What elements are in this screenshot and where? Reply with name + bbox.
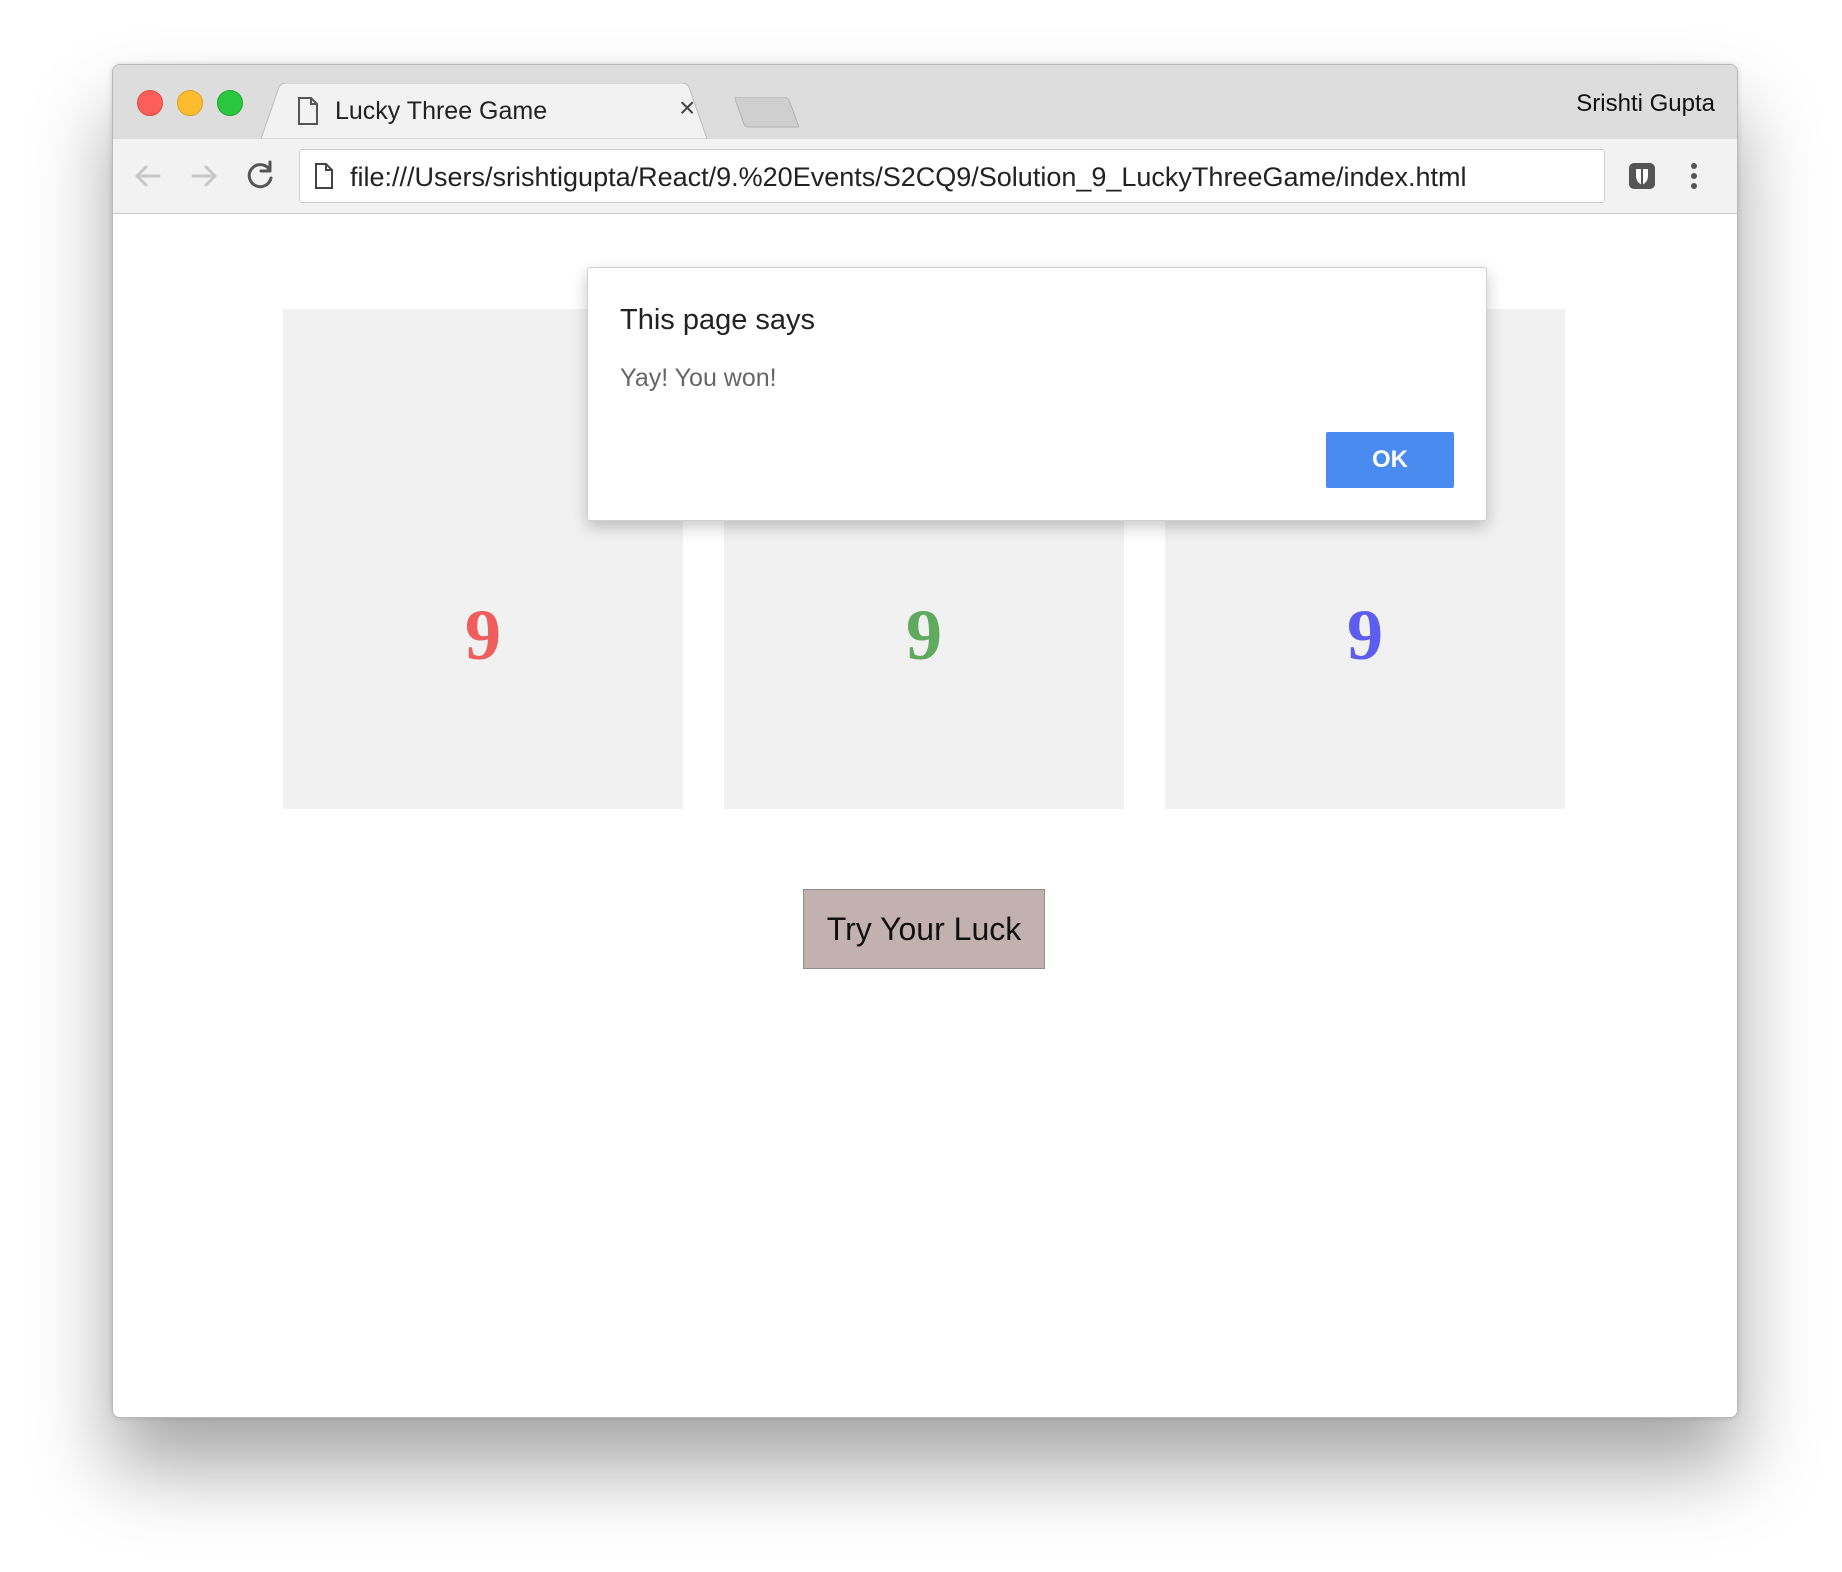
alert-dialog: This page says Yay! You won! OK: [587, 267, 1487, 521]
page-icon[interactable]: [314, 163, 334, 194]
window-minimize-button[interactable]: [177, 90, 203, 116]
tab-lucky-three-game[interactable]: Lucky Three Game ×: [261, 83, 707, 139]
alert-message: Yay! You won!: [620, 364, 777, 392]
card-number-1: 9: [465, 595, 501, 675]
window-maximize-button[interactable]: [217, 90, 243, 116]
new-tab-button[interactable]: [734, 96, 800, 134]
tab-strip: Lucky Three Game × Srishti Gupta: [113, 65, 1737, 139]
card-number-3: 9: [1347, 595, 1383, 675]
card-number-2: 9: [906, 595, 942, 675]
url-text[interactable]: file:///Users/srishtigupta/React/9.%20Ev…: [350, 162, 1467, 193]
document-icon: [297, 97, 319, 130]
browser-window: Lucky Three Game × Srishti Gupta file://…: [112, 64, 1738, 1418]
profile-name[interactable]: Srishti Gupta: [1576, 90, 1715, 118]
try-your-luck-button[interactable]: Try Your Luck: [803, 889, 1045, 969]
alert-title: This page says: [620, 304, 816, 336]
address-bar[interactable]: file:///Users/srishtigupta/React/9.%20Ev…: [299, 149, 1605, 203]
bitwarden-shield-icon[interactable]: [1627, 161, 1657, 196]
window-close-button[interactable]: [137, 90, 163, 116]
tab-title: Lucky Three Game: [335, 97, 548, 125]
browser-toolbar: file:///Users/srishtigupta/React/9.%20Ev…: [113, 139, 1737, 214]
arrow-right-icon[interactable]: [187, 159, 221, 198]
tab-close-icon[interactable]: ×: [679, 93, 695, 123]
reload-icon[interactable]: [243, 159, 277, 198]
kebab-menu-icon[interactable]: [1687, 159, 1701, 198]
arrow-left-icon[interactable]: [131, 159, 165, 198]
ok-button[interactable]: OK: [1326, 432, 1454, 488]
